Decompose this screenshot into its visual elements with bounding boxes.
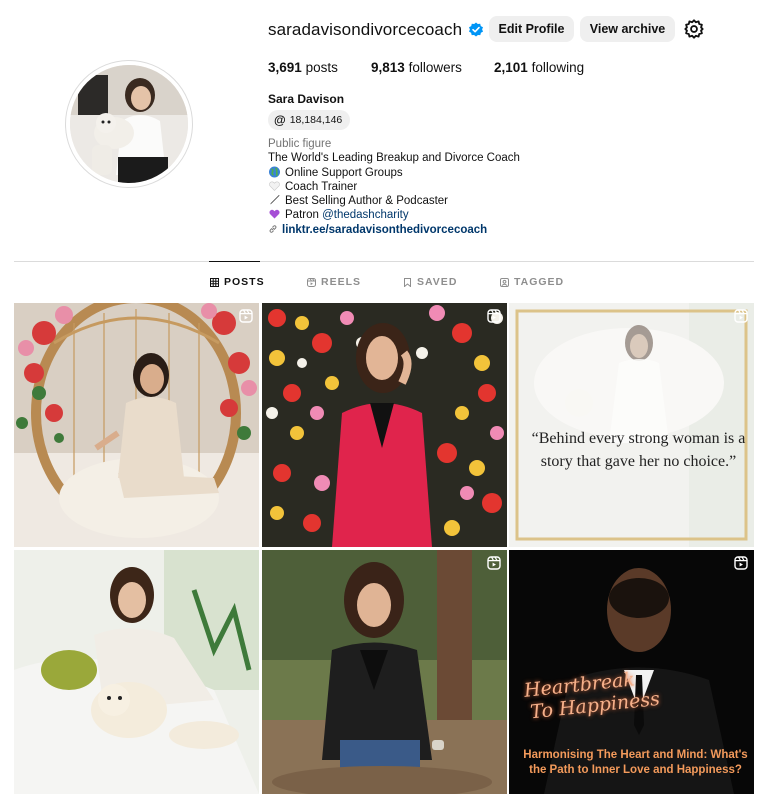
post-image-dog-chair: [14, 550, 259, 794]
bio-category: Public figure: [268, 138, 332, 150]
external-link[interactable]: linktr.ee/saradavisonthedivorcecoach: [282, 224, 487, 236]
threads-icon: @: [274, 113, 286, 127]
username-row: saradavisondivorcecoach: [268, 16, 484, 44]
bio-line: Patron @thedashcharity: [268, 208, 520, 222]
purple-heart-emoji: [269, 210, 280, 219]
verified-badge-icon: [469, 22, 484, 37]
followers-link[interactable]: 9,813 followers: [371, 60, 462, 75]
pen-emoji: [270, 195, 280, 205]
bio-line: Coach Trainer: [268, 180, 520, 194]
avatar-photo: [70, 65, 188, 183]
posts-count: 3,691 posts: [268, 60, 338, 75]
threads-count: 18,184,146: [289, 114, 343, 126]
posts-grid: “Behind every strong woman is a story th…: [14, 303, 754, 796]
active-tab-indicator: [209, 261, 260, 262]
threads-badge[interactable]: @ 18,184,146: [268, 110, 351, 130]
gear-icon[interactable]: [683, 18, 705, 40]
reel-indicator-icon: [734, 309, 748, 323]
post-subheading: Harmonising The Heart and Mind: What's t…: [523, 749, 748, 776]
tabs-divider: [14, 261, 754, 262]
globe-emoji: [269, 166, 280, 178]
post-image-flower-wall: [262, 303, 507, 547]
post-tile[interactable]: “Behind every strong woman is a story th…: [509, 303, 754, 547]
reel-indicator-icon: [239, 309, 253, 323]
reels-icon: [307, 277, 316, 287]
avatar[interactable]: [70, 65, 188, 183]
tab-saved[interactable]: SAVED: [403, 276, 457, 288]
tab-posts[interactable]: POSTS: [210, 276, 265, 288]
post-tile[interactable]: [262, 550, 507, 794]
bio-line: Best Selling Author & Podcaster: [268, 194, 520, 208]
bio: Public figure The World's Leading Breaku…: [268, 137, 520, 237]
bio-link-row[interactable]: linktr.ee/saradavisonthedivorcecoach: [268, 223, 520, 237]
mention-link[interactable]: @thedashcharity: [322, 209, 408, 221]
tagged-icon: [500, 277, 509, 287]
white-heart-emoji: [269, 181, 280, 191]
reel-indicator-icon: [734, 556, 748, 570]
post-image-black-blazer: [262, 550, 507, 794]
post-tile[interactable]: [14, 303, 259, 547]
bio-line: The World's Leading Breakup and Divorce …: [268, 152, 520, 165]
edit-profile-button[interactable]: Edit Profile: [489, 16, 574, 42]
full-name: Sara Davison: [268, 92, 345, 106]
link-icon: [269, 225, 277, 233]
reel-indicator-icon: [487, 556, 501, 570]
post-image-egg-chair: [14, 303, 259, 547]
post-quote-text: “Behind every strong woman is a story th…: [531, 430, 746, 470]
post-tile[interactable]: Heartbreak To Happiness Harmonising The …: [509, 550, 754, 794]
post-tile[interactable]: [14, 550, 259, 794]
post-image-quote: [509, 303, 754, 547]
post-tile[interactable]: [262, 303, 507, 547]
reel-indicator-icon: [487, 309, 501, 323]
following-link[interactable]: 2,101 following: [494, 60, 584, 75]
profile-avatar-ring[interactable]: [65, 60, 193, 188]
tab-tagged[interactable]: TAGGED: [500, 276, 564, 288]
grid-icon: [210, 277, 219, 287]
view-archive-button[interactable]: View archive: [580, 16, 675, 42]
tab-reels[interactable]: REELS: [307, 276, 361, 288]
username: saradavisondivorcecoach: [268, 20, 463, 39]
bio-line: Online Support Groups: [268, 166, 520, 180]
bookmark-icon: [404, 277, 411, 287]
